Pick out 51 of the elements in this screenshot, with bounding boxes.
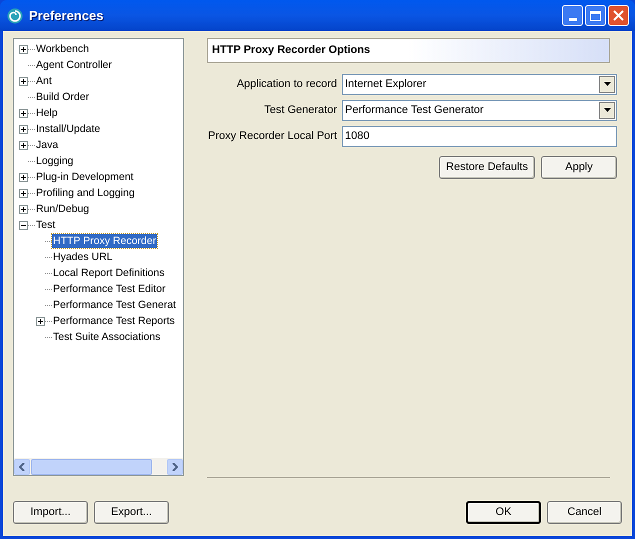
- tree-item[interactable]: Install/Update: [35, 122, 102, 136]
- tree-item[interactable]: Logging: [35, 154, 74, 168]
- tree-item[interactable]: Hyades URL: [52, 250, 114, 264]
- expand-icon[interactable]: [19, 44, 28, 54]
- close-button[interactable]: [608, 5, 629, 26]
- expand-icon[interactable]: [19, 204, 28, 214]
- scroll-right-icon[interactable]: [172, 462, 178, 470]
- maximize-button[interactable]: [585, 5, 606, 26]
- tree-item[interactable]: Local Report Definitions: [52, 266, 166, 280]
- tree-item[interactable]: Help: [35, 106, 59, 120]
- tree-item[interactable]: Workbench: [35, 42, 90, 56]
- expand-icon[interactable]: [19, 76, 28, 86]
- expand-icon[interactable]: [19, 108, 28, 118]
- expand-icon[interactable]: [19, 172, 28, 182]
- expand-icon[interactable]: [36, 316, 45, 326]
- field-label: Proxy Recorder Local Port: [207, 128, 337, 144]
- tree-item[interactable]: Ant: [35, 74, 53, 88]
- footer-button[interactable]: OK: [466, 501, 541, 524]
- tree-item[interactable]: Run/Debug: [35, 202, 90, 216]
- minimize-button[interactable]: [562, 5, 583, 26]
- tree-item[interactable]: Performance Test Generat: [52, 298, 177, 312]
- scroll-left-icon[interactable]: [19, 462, 25, 470]
- page-button[interactable]: Restore Defaults: [439, 156, 535, 179]
- tree-item[interactable]: Profiling and Logging: [35, 186, 136, 200]
- field-label: Application to record: [236, 76, 337, 92]
- app-icon: [7, 8, 23, 24]
- tree-item[interactable]: Java: [35, 138, 60, 152]
- close-icon: [613, 10, 624, 21]
- field-label: Test Generator: [263, 102, 337, 118]
- tree-item[interactable]: Agent Controller: [35, 58, 113, 72]
- window-title: Preferences: [29, 6, 104, 25]
- input-field[interactable]: 1080: [342, 126, 617, 146]
- footer-button[interactable]: Export...: [94, 501, 169, 524]
- page-button[interactable]: Apply: [541, 156, 617, 179]
- collapse-icon[interactable]: [19, 220, 28, 230]
- tree-item[interactable]: Performance Test Editor: [52, 282, 166, 296]
- tree-item[interactable]: Test Suite Associations: [52, 330, 162, 344]
- tree-item[interactable]: Test: [35, 218, 56, 232]
- expand-icon[interactable]: [19, 124, 28, 134]
- expand-icon[interactable]: [19, 188, 28, 198]
- tree-item[interactable]: HTTP Proxy Recorder: [52, 234, 158, 248]
- expand-icon[interactable]: [19, 140, 28, 150]
- tree-item[interactable]: Performance Test Reports: [52, 314, 176, 328]
- footer-button[interactable]: Cancel: [547, 501, 622, 524]
- tree-item[interactable]: Plug-in Development: [35, 170, 134, 184]
- page-title: HTTP Proxy Recorder Options: [212, 43, 370, 58]
- dropdown[interactable]: Internet Explorer: [342, 74, 617, 94]
- footer-button[interactable]: Import...: [13, 501, 88, 524]
- dropdown[interactable]: Performance Test Generator: [342, 100, 617, 120]
- tree-item[interactable]: Build Order: [35, 90, 90, 104]
- horizontal-scrollbar[interactable]: [14, 458, 183, 475]
